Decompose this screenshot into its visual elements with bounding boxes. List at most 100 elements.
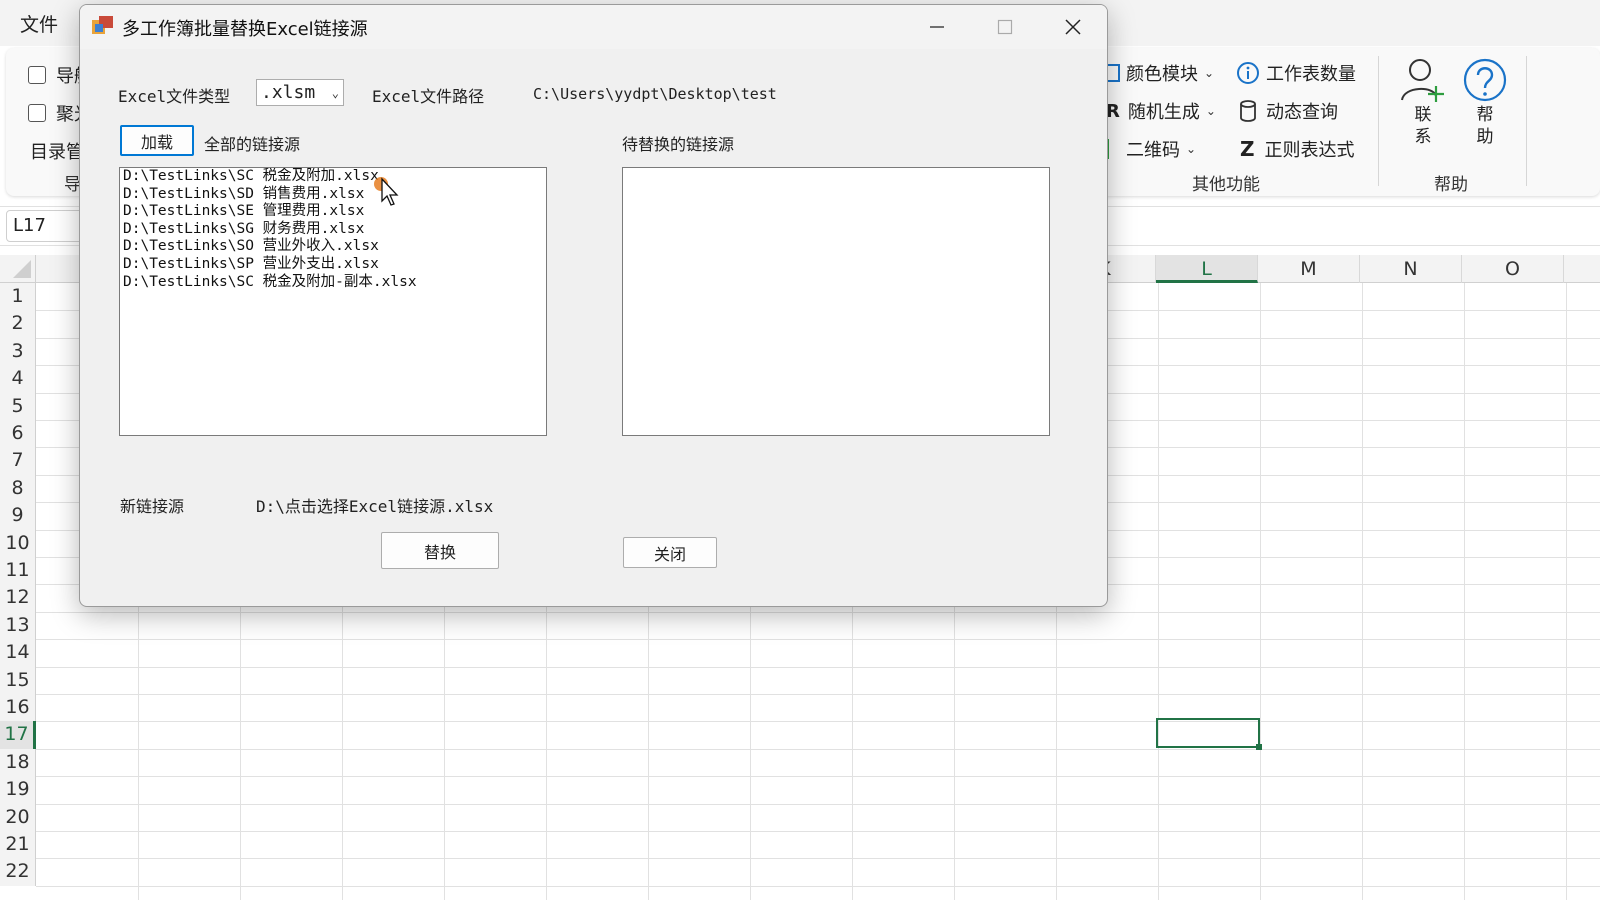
ribbon-separator (1526, 56, 1527, 186)
list-item[interactable]: D:\TestLinks\SP 营业外支出.xlsx (120, 256, 546, 274)
row-header[interactable]: 5 (0, 392, 36, 420)
row-gridline (36, 831, 1600, 832)
row-header[interactable]: 14 (0, 639, 36, 667)
row-gridline (36, 694, 1600, 695)
regex-button[interactable]: Z 正则表达式 (1240, 136, 1355, 162)
row-header[interactable]: 20 (0, 803, 36, 831)
new-source-value[interactable]: D:\点击选择Excel链接源.xlsx (256, 493, 493, 517)
row-gridline (36, 858, 1600, 860)
row-header[interactable]: 18 (0, 748, 36, 777)
column-gridline (1260, 283, 1261, 900)
column-header-active[interactable]: L (1156, 255, 1258, 283)
pending-links-list[interactable] (622, 167, 1050, 436)
menu-file[interactable]: 文件 (20, 10, 58, 37)
ribbon-separator (1378, 56, 1379, 186)
column-header[interactable]: M (1258, 255, 1360, 283)
checkbox-icon (28, 104, 46, 122)
row-gridline (36, 776, 1600, 778)
close-window-button[interactable] (1040, 5, 1106, 49)
random-gen-label: 随机生成 (1127, 102, 1200, 123)
close-button[interactable]: 关闭 (623, 537, 717, 568)
list-item[interactable]: D:\TestLinks\SD 销售费用.xlsx (120, 186, 546, 204)
row-header[interactable]: 6 (0, 420, 36, 448)
row-header[interactable]: 15 (0, 666, 36, 694)
help-group-label: 帮助 (1434, 175, 1468, 195)
contact-label: 联 系 (1414, 105, 1432, 147)
regex-icon: Z (1240, 137, 1255, 161)
regex-label: 正则表达式 (1264, 140, 1355, 161)
dialog-title: 多工作簿批量替换Excel链接源 (122, 19, 368, 40)
row-header[interactable]: 13 (0, 611, 36, 640)
load-button[interactable]: 加载 (120, 125, 194, 156)
column-gridline (1158, 283, 1159, 900)
row-gridline (36, 721, 1600, 723)
new-source-label: 新链接源 (120, 497, 185, 516)
qrcode-label: 二维码 (1126, 140, 1180, 161)
row-header[interactable]: 9 (0, 502, 36, 530)
file-type-value: .xlsm (261, 82, 316, 103)
row-gridline (36, 611, 1600, 613)
list-item[interactable]: D:\TestLinks\SG 财务费用.xlsx (120, 221, 546, 239)
info-icon (1237, 62, 1259, 84)
file-path-value: C:\Users\yydpt\Desktop\test (533, 85, 777, 103)
maximize-button[interactable] (972, 5, 1038, 49)
all-links-list[interactable]: D:\TestLinks\SC 税金及附加.xlsx D:\TestLinks\… (119, 167, 547, 436)
qrcode-button[interactable]: 二维码 ⌄ (1106, 136, 1196, 162)
row-header[interactable]: 22 (0, 858, 36, 886)
row-header[interactable]: 7 (0, 447, 36, 475)
dynamic-query-button[interactable]: 动态查询 (1236, 98, 1338, 124)
list-item[interactable]: D:\TestLinks\SC 税金及附加.xlsx (120, 168, 546, 186)
sheet-count-button[interactable]: 工作表数量 (1236, 60, 1356, 86)
app-icon (92, 16, 113, 34)
all-links-label: 全部的链接源 (204, 135, 301, 154)
help-icon (1463, 58, 1507, 102)
row-header[interactable]: 12 (0, 584, 36, 612)
minimize-icon (930, 26, 944, 28)
row-header[interactable]: 4 (0, 365, 36, 393)
close-icon (1065, 19, 1081, 35)
row-gridline (36, 748, 1600, 750)
column-gridline (1566, 283, 1567, 900)
list-item[interactable]: D:\TestLinks\SC 税金及附加-副本.xlsx (120, 274, 546, 292)
row-header[interactable]: 21 (0, 831, 36, 859)
chevron-down-icon: ⌄ (1205, 104, 1216, 118)
replace-button[interactable]: 替换 (381, 532, 499, 569)
row-header[interactable]: 3 (0, 337, 36, 366)
file-type-select[interactable]: .xlsm ⌄ (256, 79, 344, 106)
toc-manage-label: 目录管 (30, 142, 84, 163)
row-header[interactable]: 2 (0, 310, 36, 338)
sheet-count-label: 工作表数量 (1266, 64, 1356, 85)
list-item[interactable]: D:\TestLinks\SO 营业外收入.xlsx (120, 238, 546, 256)
row-gridline (36, 885, 1600, 887)
color-module-button[interactable]: 颜色模块 ⌄ (1106, 60, 1214, 86)
color-module-label: 颜色模块 (1126, 64, 1198, 85)
column-gridline (1362, 283, 1363, 900)
row-header[interactable]: 8 (0, 474, 36, 503)
selected-cell[interactable] (1156, 718, 1262, 750)
file-type-label: Excel文件类型 (118, 87, 231, 106)
dynamic-query-label: 动态查询 (1266, 102, 1338, 123)
toc-manage-button[interactable]: 目录管 (30, 138, 84, 164)
row-header[interactable]: 16 (0, 694, 36, 722)
file-path-label: Excel文件路径 (372, 87, 485, 106)
select-all-corner[interactable] (0, 255, 36, 283)
row-header[interactable]: 17 (0, 721, 36, 749)
minimize-button[interactable] (904, 5, 970, 49)
list-item[interactable]: D:\TestLinks\SE 管理费用.xlsx (120, 203, 546, 221)
chevron-down-icon: ⌄ (1186, 142, 1197, 156)
row-header[interactable]: 11 (0, 557, 36, 585)
contact-button[interactable]: 联 系 (1400, 56, 1446, 148)
random-icon: R (1106, 100, 1120, 122)
row-header[interactable]: 19 (0, 776, 36, 804)
column-header[interactable]: O (1462, 255, 1564, 283)
other-group-label: 其他功能 (1192, 175, 1260, 195)
row-header[interactable]: 1 (0, 283, 36, 311)
replace-links-dialog: 多工作簿批量替换Excel链接源 Excel文件类型 .xlsm ⌄ Excel… (79, 4, 1108, 607)
row-header[interactable]: 10 (0, 529, 36, 557)
column-header[interactable]: N (1360, 255, 1462, 283)
dialog-titlebar[interactable]: 多工作簿批量替换Excel链接源 (80, 5, 1107, 49)
random-gen-button[interactable]: R 随机生成 ⌄ (1106, 98, 1216, 124)
help-label: 帮 助 (1476, 105, 1494, 147)
maximize-icon (997, 19, 1013, 35)
help-button[interactable]: 帮 助 (1462, 56, 1508, 148)
